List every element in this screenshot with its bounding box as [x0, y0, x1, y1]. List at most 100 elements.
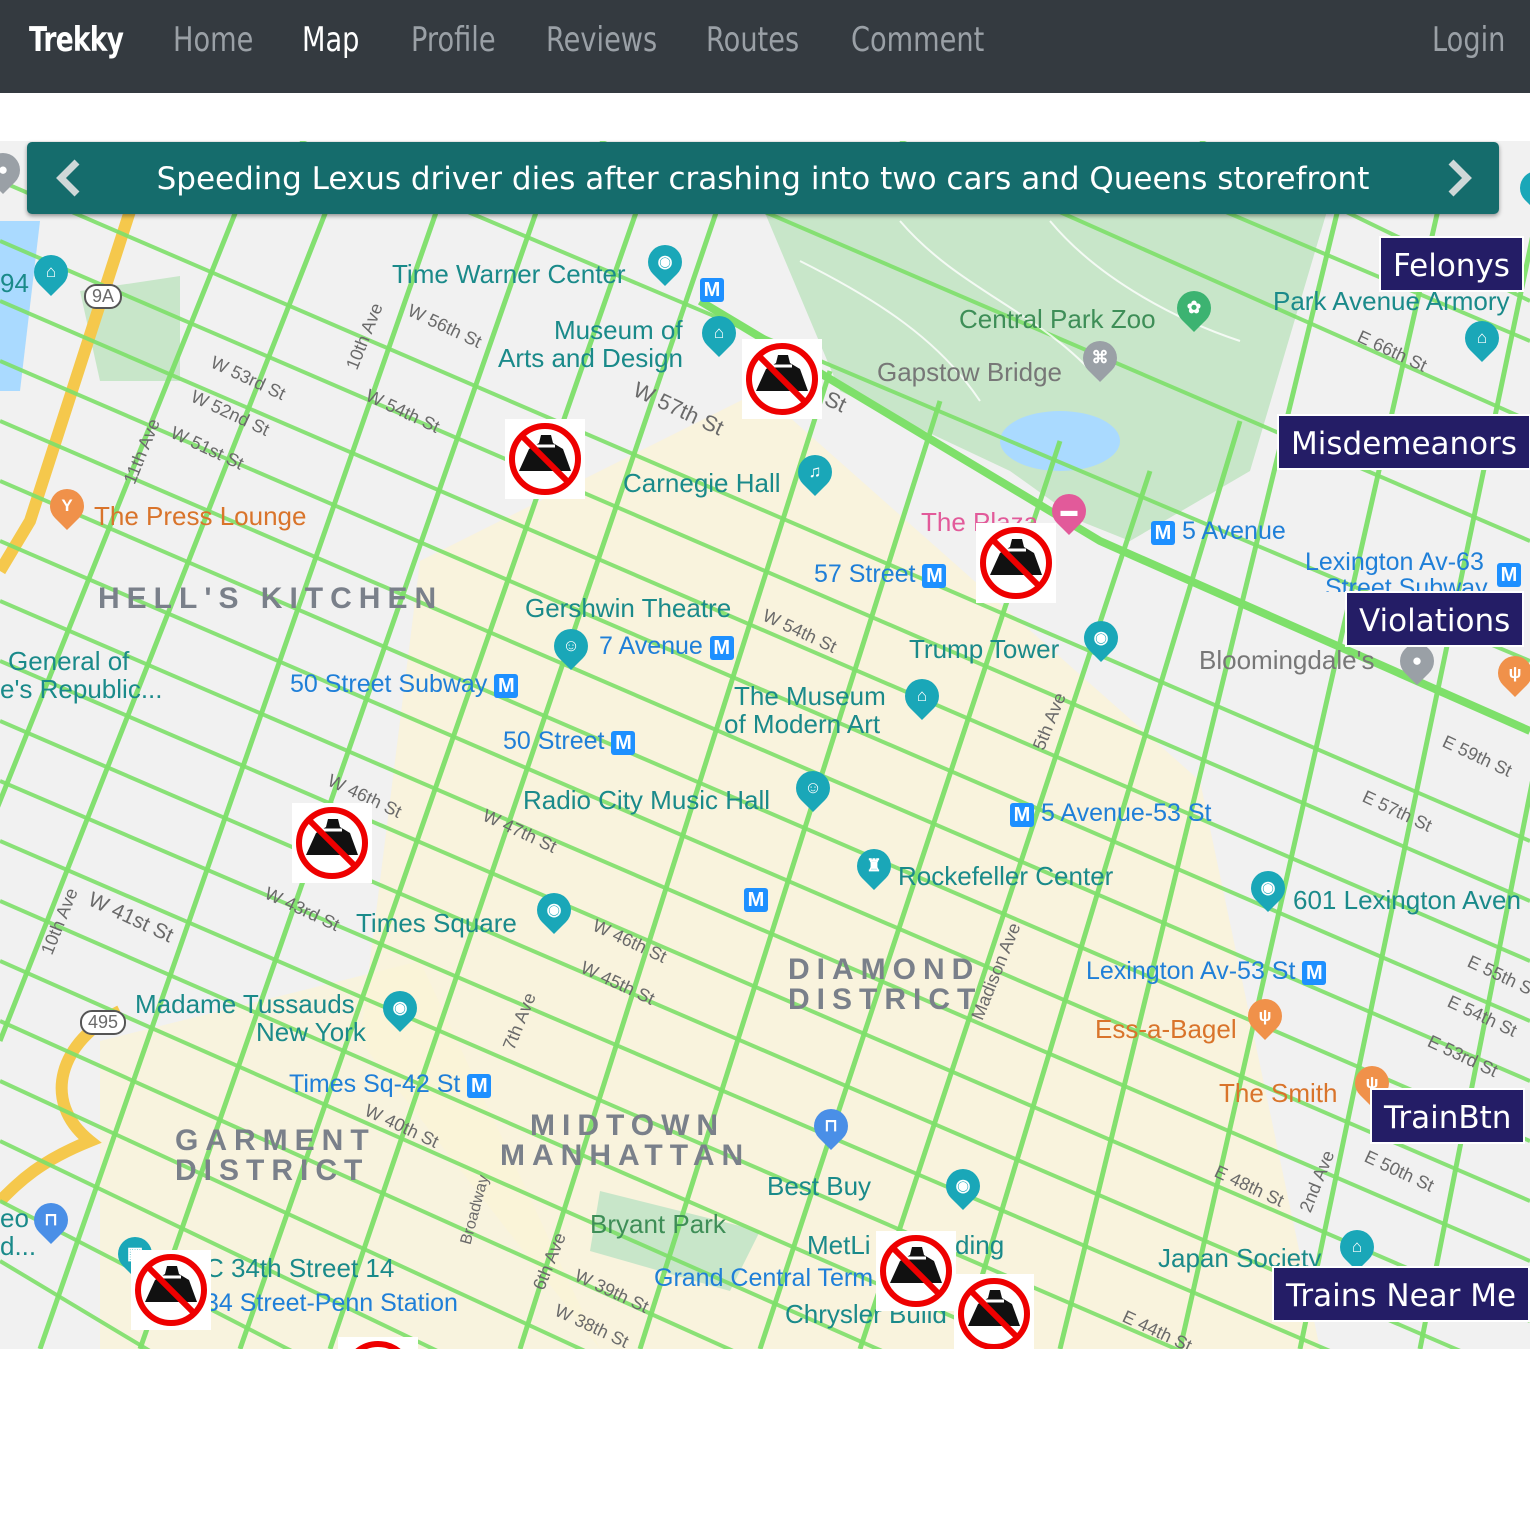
station-50-street[interactable]: 50 Street M	[503, 727, 636, 756]
museum-icon[interactable]: ⌂	[26, 247, 76, 297]
museum-icon[interactable]: ⌂	[1457, 313, 1507, 363]
nav-home[interactable]: Home	[173, 20, 253, 60]
violations-button[interactable]: Violations	[1345, 591, 1525, 647]
museum-icon[interactable]: ⌂	[897, 671, 947, 721]
place-best-buy[interactable]: Best Buy	[767, 1171, 871, 1202]
district-midtown-line2: MANHATTAN	[500, 1139, 751, 1172]
place-general-line2[interactable]: e's Republic...	[0, 674, 163, 705]
subway-icon[interactable]: M	[700, 278, 724, 302]
paw-icon[interactable]: ✿	[1169, 283, 1219, 333]
prev-news-button[interactable]	[37, 142, 97, 214]
station-57-street[interactable]: 57 Street M	[814, 560, 947, 589]
camera-icon[interactable]: ◉	[1076, 613, 1126, 663]
camera-icon[interactable]: ◉	[529, 885, 579, 935]
no-burglar-icon	[880, 1235, 952, 1307]
place-leo-line2[interactable]: d...	[0, 1231, 36, 1262]
camera-icon[interactable]: ◉	[1243, 863, 1293, 913]
place-museum-arts-line2[interactable]: Arts and Design	[498, 343, 683, 374]
nav-reviews[interactable]: Reviews	[546, 20, 657, 60]
no-burglar-icon	[958, 1278, 1030, 1349]
place-carnegie-hall[interactable]: Carnegie Hall	[623, 468, 781, 499]
place-ess-a-bagel[interactable]: Ess-a-Bagel	[1095, 1014, 1237, 1045]
place-press-lounge[interactable]: The Press Lounge	[94, 501, 306, 532]
place-time-warner[interactable]: Time Warner Center	[392, 259, 626, 290]
place-times-square[interactable]: Times Square	[356, 908, 517, 939]
station-grand-central[interactable]: Grand Central Term	[654, 1264, 873, 1293]
place-leo-line1[interactable]: eo	[0, 1203, 29, 1234]
place-madame-tussauds-line2[interactable]: New York	[256, 1017, 366, 1048]
map-canvas[interactable]: Time Warner Center Museum of Arts and De…	[0, 141, 1530, 1349]
misdemeanors-button[interactable]: Misdemeanors	[1277, 414, 1530, 470]
place-601-lexington[interactable]: 601 Lexington Aven	[1293, 885, 1521, 916]
crime-marker[interactable]	[338, 1337, 418, 1349]
museum-icon[interactable]: ⌂	[1332, 1222, 1382, 1272]
place-central-park-zoo[interactable]: Central Park Zoo	[959, 304, 1156, 335]
music-note-icon[interactable]: ♫	[790, 447, 840, 497]
subway-icon[interactable]: M	[744, 888, 768, 912]
nav-routes[interactable]: Routes	[706, 20, 799, 60]
place-bryant-park[interactable]: Bryant Park	[590, 1209, 726, 1240]
place-madame-tussauds-line1[interactable]: Madame Tussauds	[135, 989, 355, 1020]
place-museum-arts-line1[interactable]: Museum of	[554, 315, 683, 346]
nav-login[interactable]: Login	[1432, 20, 1505, 60]
station-5-avenue-53[interactable]: M 5 Avenue-53 St	[1010, 799, 1211, 828]
station-lexington-53[interactable]: Lexington Av-53 St M	[1086, 957, 1327, 986]
nav-map[interactable]: Map	[302, 20, 359, 60]
camera-icon[interactable]: ◉	[375, 983, 425, 1033]
camera-icon[interactable]: ◉	[938, 1161, 988, 1211]
crime-marker[interactable]	[742, 339, 822, 419]
crime-marker[interactable]	[876, 1231, 956, 1311]
place-gapstow-bridge[interactable]: Gapstow Bridge	[877, 357, 1062, 388]
theater-icon[interactable]: ☺	[546, 621, 596, 671]
no-burglar-icon	[980, 527, 1052, 599]
place-metlife-right[interactable]: ding	[955, 1230, 1004, 1261]
news-headline[interactable]: Speeding Lexus driver dies after crashin…	[127, 142, 1399, 216]
place-34th-street-14[interactable]: C 34th Street 14	[205, 1253, 394, 1284]
theater-icon[interactable]: ☺	[788, 763, 838, 813]
shopping-bag-icon[interactable]: ⊓	[806, 1101, 856, 1151]
crime-marker[interactable]	[976, 523, 1056, 603]
place-rockefeller-center[interactable]: Rockefeller Center	[898, 861, 1113, 892]
monument-icon[interactable]: ♜	[849, 841, 899, 891]
place-moma-line1[interactable]: The Museum	[734, 681, 886, 712]
place-metlife-left[interactable]: MetLi	[807, 1230, 871, 1261]
station-lexington-63-line2[interactable]: Street Subway	[1325, 574, 1488, 592]
station-5-avenue[interactable]: M 5 Avenue	[1151, 517, 1286, 546]
station-lexington-63-line1[interactable]: Lexington Av-63	[1305, 548, 1484, 577]
felonys-button[interactable]: Felonys	[1379, 236, 1524, 292]
place-bloomingdales[interactable]: Bloomingdale's	[1199, 645, 1375, 676]
place-general-line1[interactable]: General of	[8, 646, 129, 677]
brand-logo[interactable]: Trekky	[29, 20, 124, 60]
train-button[interactable]: TrainBtn	[1370, 1088, 1526, 1144]
highway-shield-9a: 9A	[84, 284, 123, 309]
bridge-icon[interactable]: ⌘	[1075, 333, 1125, 383]
subway-icon: M	[467, 1074, 492, 1098]
cocktail-icon[interactable]: Y	[42, 481, 92, 531]
station-50-street-subway[interactable]: 50 Street Subway M	[290, 670, 519, 699]
station-34-penn[interactable]: 34 Street-Penn Station	[205, 1289, 458, 1318]
crime-marker[interactable]	[505, 419, 585, 499]
place-trump-tower[interactable]: Trump Tower	[909, 634, 1059, 665]
navbar: Trekky Home Map Profile Reviews Routes C…	[0, 0, 1530, 93]
no-burglar-icon	[509, 423, 581, 495]
nav-comment[interactable]: Comment	[851, 20, 984, 60]
place-moma-line2[interactable]: of Modern Art	[724, 709, 880, 740]
place-radio-city[interactable]: Radio City Music Hall	[523, 785, 770, 816]
subway-icon: M	[611, 731, 636, 755]
station-times-sq-42[interactable]: Times Sq-42 St M	[289, 1070, 492, 1099]
shopping-bag-icon[interactable]: ⊓	[26, 1195, 76, 1245]
camera-icon[interactable]: ◉	[640, 237, 690, 287]
subway-icon[interactable]: M	[1497, 563, 1521, 587]
news-banner: Speeding Lexus driver dies after crashin…	[27, 142, 1499, 214]
crime-marker[interactable]	[131, 1250, 211, 1330]
restaurant-icon[interactable]: ψ	[1240, 991, 1290, 1041]
next-news-button[interactable]	[1429, 142, 1489, 214]
place-gershwin-theatre[interactable]: Gershwin Theatre	[525, 593, 731, 624]
nav-profile[interactable]: Profile	[411, 20, 496, 60]
museum-icon[interactable]: ⌂	[694, 308, 744, 358]
trains-near-me-button[interactable]: Trains Near Me	[1272, 1266, 1530, 1322]
place-the-smith[interactable]: The Smith	[1219, 1078, 1338, 1109]
crime-marker[interactable]	[954, 1274, 1034, 1349]
station-7-avenue[interactable]: 7 Avenue M	[599, 632, 734, 661]
crime-marker[interactable]	[292, 803, 372, 883]
